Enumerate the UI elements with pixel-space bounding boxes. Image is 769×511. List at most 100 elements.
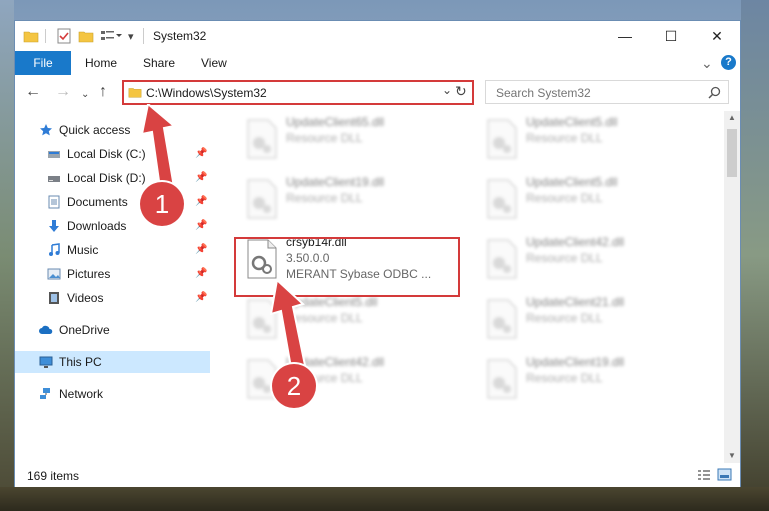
file-description: Resource DLL bbox=[286, 191, 363, 205]
scroll-down-icon[interactable]: ▼ bbox=[728, 451, 736, 460]
dll-file-icon bbox=[487, 179, 517, 219]
refresh-icon[interactable]: ↻ bbox=[455, 83, 467, 100]
sidebar-item-label: Downloads bbox=[67, 219, 127, 233]
file-name: UpdateClient42.dll bbox=[526, 235, 625, 249]
details-view-icon[interactable] bbox=[697, 469, 711, 481]
minimize-button[interactable]: — bbox=[602, 21, 648, 51]
sidebar-item-pictures[interactable]: Pictures 📌 bbox=[15, 263, 210, 285]
recent-locations-icon[interactable]: ⌄ bbox=[81, 87, 89, 103]
vertical-scrollbar[interactable]: ▲ ▼ bbox=[724, 111, 740, 463]
tab-share[interactable]: Share bbox=[143, 51, 175, 75]
forward-arrow-icon[interactable]: → bbox=[55, 84, 71, 100]
file-name: UpdateClient65.dll bbox=[286, 115, 385, 129]
file-item[interactable]: UpdateClient19.dll Resource DLL bbox=[478, 353, 708, 405]
scrollbar-thumb[interactable] bbox=[727, 129, 737, 177]
file-description: Resource DLL bbox=[526, 191, 603, 205]
documents-icon bbox=[48, 195, 60, 209]
dll-file-icon bbox=[247, 119, 277, 159]
sidebar-item-label: Local Disk (C:) bbox=[67, 147, 146, 161]
pin-icon[interactable]: 📌 bbox=[195, 143, 207, 165]
file-item[interactable]: UpdateClient5.dll Resource DLL bbox=[478, 173, 708, 225]
large-icons-view-icon[interactable] bbox=[717, 468, 732, 481]
sidebar-item-label: Quick access bbox=[59, 123, 131, 137]
file-name: crsyb14r.dll bbox=[286, 235, 347, 249]
sidebar-item-downloads[interactable]: Downloads 📌 bbox=[15, 215, 210, 237]
sidebar-item-label: Pictures bbox=[67, 267, 111, 281]
pin-icon[interactable]: 📌 bbox=[195, 263, 207, 285]
tab-view[interactable]: View bbox=[201, 51, 227, 75]
help-icon[interactable]: ? bbox=[721, 55, 736, 70]
back-arrow-icon[interactable]: ← bbox=[25, 84, 41, 100]
sidebar-item-this-pc[interactable]: This PC bbox=[15, 351, 210, 373]
expand-ribbon-icon[interactable]: ⌄ bbox=[701, 51, 713, 75]
file-name: UpdateClient5.dll bbox=[526, 175, 618, 189]
address-dropdown-icon[interactable]: ⌄ bbox=[442, 83, 452, 97]
file-description: Resource DLL bbox=[526, 131, 603, 145]
dll-file-icon bbox=[247, 179, 277, 219]
sidebar-item-videos[interactable]: Videos 📌 bbox=[15, 287, 210, 309]
folder-icon bbox=[128, 88, 142, 98]
search-box bbox=[485, 80, 729, 104]
pin-icon[interactable]: 📌 bbox=[195, 239, 207, 261]
sidebar-item-label: Music bbox=[67, 243, 99, 257]
scroll-up-icon[interactable]: ▲ bbox=[728, 113, 736, 122]
tab-home[interactable]: Home bbox=[85, 51, 117, 75]
ribbon-tabs: File Home Share View ⌄ ? bbox=[15, 51, 740, 76]
sidebar-item-label: OneDrive bbox=[59, 323, 110, 337]
new-folder-icon[interactable] bbox=[78, 29, 94, 43]
quick-access-toolbar: ▾ bbox=[23, 28, 134, 44]
music-icon bbox=[49, 243, 60, 256]
pin-icon[interactable]: 📌 bbox=[195, 215, 207, 237]
dll-file-icon bbox=[487, 299, 517, 339]
file-version: 3.50.0.0 bbox=[286, 251, 330, 265]
dll-file-icon bbox=[487, 239, 517, 279]
dll-file-icon bbox=[487, 119, 517, 159]
drive-icon bbox=[48, 176, 60, 182]
file-item-crsyb14r[interactable]: crsyb14r.dll 3.50.0.0 MERANT Sybase ODBC… bbox=[238, 233, 468, 285]
pin-icon[interactable]: 📌 bbox=[195, 287, 207, 309]
toolbar-dropdown-icon[interactable]: ▾ bbox=[128, 30, 134, 43]
toolbar-divider bbox=[45, 29, 56, 43]
star-icon bbox=[40, 124, 52, 136]
cloud-icon bbox=[39, 325, 53, 334]
file-explorer-window: ▾ System32 — ☐ ✕ File Home Share View ⌄ … bbox=[14, 20, 741, 487]
sidebar-item-music[interactable]: Music 📌 bbox=[15, 239, 210, 261]
file-item[interactable]: UpdateClient65.dll Resource DLL bbox=[238, 113, 468, 165]
up-arrow-icon[interactable]: ↑ bbox=[99, 84, 107, 100]
dll-file-icon bbox=[487, 359, 517, 399]
file-item[interactable]: UpdateClient5.dll Resource DLL bbox=[478, 113, 708, 165]
sidebar-item-network[interactable]: Network bbox=[15, 383, 210, 405]
sidebar-item-label: Documents bbox=[67, 195, 128, 209]
file-item[interactable]: UpdateClient21.dll Resource DLL bbox=[478, 293, 708, 345]
file-item[interactable]: UpdateClient19.dll Resource DLL bbox=[238, 173, 468, 225]
item-count: 169 items bbox=[27, 469, 80, 483]
sidebar-item-label: Local Disk (D:) bbox=[67, 171, 146, 185]
search-icon[interactable] bbox=[708, 86, 721, 99]
desktop-background-left bbox=[0, 0, 14, 511]
sidebar-item-label: Videos bbox=[67, 291, 104, 305]
pin-icon[interactable]: 📌 bbox=[195, 167, 207, 189]
search-input[interactable] bbox=[494, 82, 698, 104]
downloads-icon bbox=[49, 220, 59, 232]
file-name: UpdateClient19.dll bbox=[286, 175, 385, 189]
maximize-button[interactable]: ☐ bbox=[648, 21, 694, 51]
address-bar[interactable]: C:\Windows\System32 ⌄ bbox=[123, 80, 473, 104]
file-description: Resource DLL bbox=[526, 251, 603, 265]
folder-icon[interactable] bbox=[23, 29, 39, 43]
step-badge-1: 1 bbox=[140, 182, 184, 226]
pin-icon[interactable]: 📌 bbox=[195, 191, 207, 213]
pictures-icon bbox=[47, 268, 61, 280]
dll-file-icon bbox=[247, 239, 277, 279]
window-title: System32 bbox=[153, 29, 207, 43]
customize-toolbar-icon[interactable] bbox=[100, 29, 122, 43]
videos-icon bbox=[49, 292, 59, 304]
file-description: MERANT Sybase ODBC ... bbox=[286, 267, 432, 281]
network-icon bbox=[40, 388, 50, 399]
tab-file[interactable]: File bbox=[15, 51, 71, 75]
step-badge-2: 2 bbox=[272, 364, 316, 408]
properties-icon[interactable] bbox=[56, 28, 72, 44]
file-name: UpdateClient19.dll bbox=[526, 355, 625, 369]
file-item[interactable]: UpdateClient42.dll Resource DLL bbox=[478, 233, 708, 285]
sidebar-item-onedrive[interactable]: OneDrive bbox=[15, 319, 210, 341]
close-button[interactable]: ✕ bbox=[694, 21, 740, 51]
